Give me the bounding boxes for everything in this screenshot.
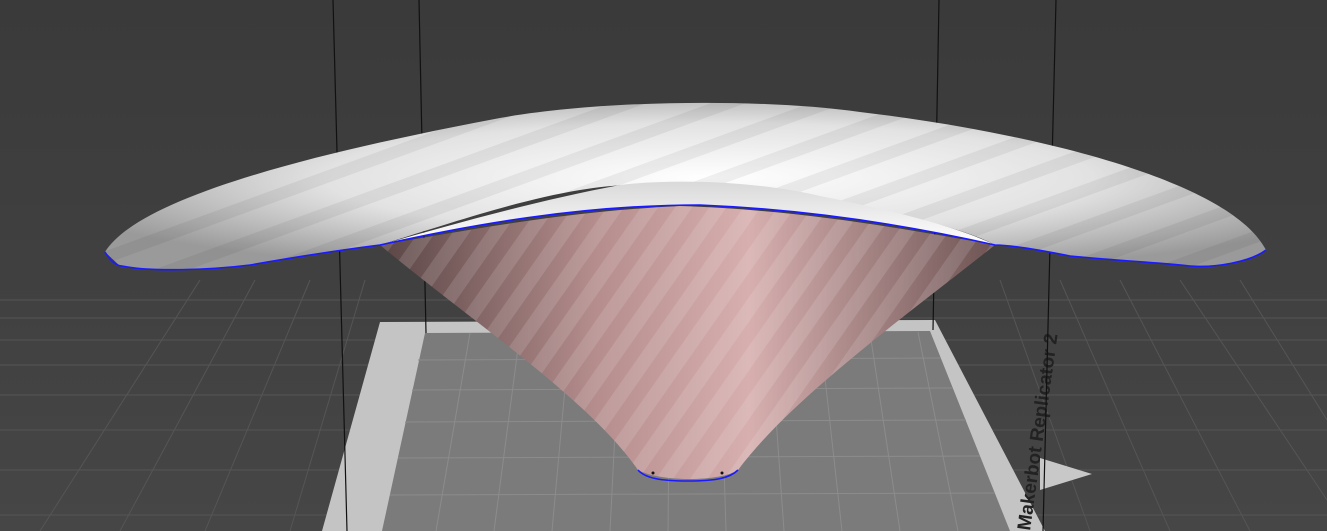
base-point-left [651, 471, 655, 475]
3d-viewport[interactable]: Makerbot Replicator 2 [0, 0, 1327, 531]
base-point-right [720, 471, 724, 475]
scene-svg[interactable]: Makerbot Replicator 2 [0, 0, 1327, 531]
